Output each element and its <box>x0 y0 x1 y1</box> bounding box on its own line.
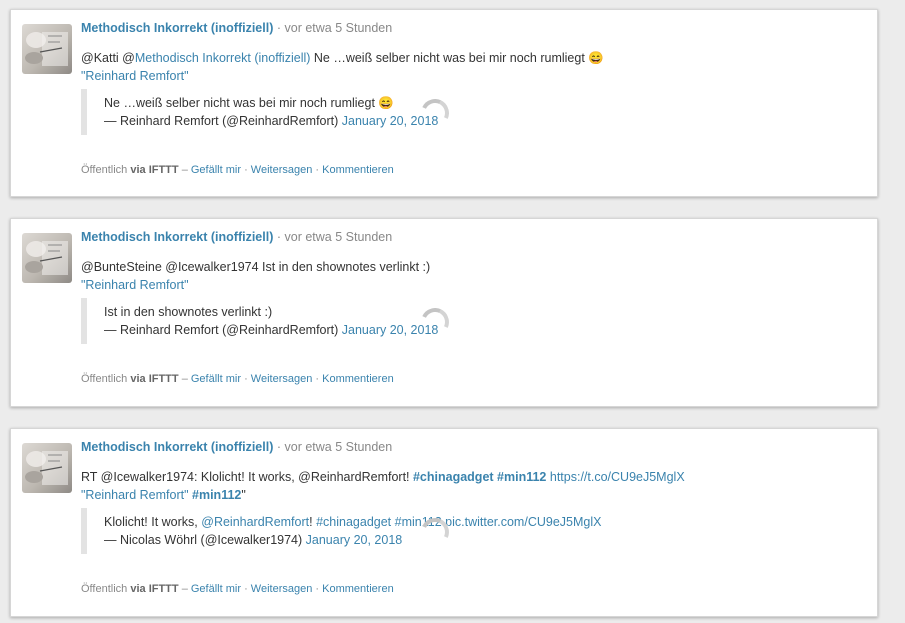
comment-link[interactable]: Kommentieren <box>322 164 394 176</box>
author-link[interactable]: Methodisch Inkorrekt (inoffiziell) <box>81 440 273 454</box>
share-link[interactable]: Weitersagen <box>251 164 313 176</box>
timestamp[interactable]: · vor etwa 5 Stunden <box>277 21 392 35</box>
via-label: via IFTTT <box>130 164 179 176</box>
separator: · <box>244 373 248 385</box>
post-header: Methodisch Inkorrekt (inoffiziell) · vor… <box>81 440 392 454</box>
separator: · <box>244 164 248 176</box>
visibility-label: Öffentlich <box>81 583 128 595</box>
comment-link[interactable]: Kommentieren <box>322 583 394 595</box>
body-line: @BunteSteine @Icewalker1974 Ist in den s… <box>81 258 857 276</box>
author-link[interactable]: Methodisch Inkorrekt (inoffiziell) <box>81 21 273 35</box>
like-link[interactable]: Gefällt mir <box>191 373 241 385</box>
quote-attribution: — Reinhard Remfort (@ReinhardRemfort) Ja… <box>104 321 581 339</box>
inline-link[interactable]: https://t.co/CU9eJ5MglX <box>550 470 685 484</box>
separator: · <box>315 164 320 176</box>
inline-link[interactable]: January 20, 2018 <box>306 533 403 547</box>
inline-link[interactable]: "Reinhard Remfort" <box>81 69 189 83</box>
post-footer: Öffentlich via IFTTT – Gefällt mir · Wei… <box>81 583 394 595</box>
hashtag-link[interactable]: #min112 <box>192 488 241 502</box>
separator: · <box>244 583 248 595</box>
body-line: "Reinhard Remfort" <box>81 276 857 294</box>
post-body: @BunteSteine @Icewalker1974 Ist in den s… <box>81 258 857 294</box>
via-label: via IFTTT <box>130 583 179 595</box>
body-line: "Reinhard Remfort" #min112" <box>81 486 857 504</box>
text-run: @BunteSteine @Icewalker1974 Ist in den s… <box>81 260 431 274</box>
quote-attribution: — Nicolas Wöhrl (@Icewalker1974) January… <box>104 531 581 549</box>
via-label: via IFTTT <box>130 373 179 385</box>
post-card: Methodisch Inkorrekt (inoffiziell) · vor… <box>10 9 878 197</box>
text-run: — Nicolas Wöhrl (@Icewalker1974) <box>104 533 306 547</box>
separator: · <box>315 373 320 385</box>
post-header: Methodisch Inkorrekt (inoffiziell) · vor… <box>81 21 392 35</box>
hashtag-link[interactable]: #chinagadget <box>413 470 494 484</box>
visibility-label: Öffentlich <box>81 164 128 176</box>
avatar[interactable] <box>22 233 72 283</box>
separator: · <box>315 583 320 595</box>
timestamp[interactable]: · vor etwa 5 Stunden <box>277 440 392 454</box>
post-card: Methodisch Inkorrekt (inoffiziell) · vor… <box>10 428 878 617</box>
post-footer: Öffentlich via IFTTT – Gefällt mir · Wei… <box>81 373 394 385</box>
embedded-tweet: Ne …weiß selber nicht was bei mir noch r… <box>81 89 581 135</box>
inline-link[interactable]: Methodisch Inkorrekt (inoffiziell) <box>135 51 311 65</box>
timestamp[interactable]: · vor etwa 5 Stunden <box>277 230 392 244</box>
embedded-tweet: Klolicht! It works, @ReinhardRemfort! #c… <box>81 508 601 554</box>
comment-link[interactable]: Kommentieren <box>322 373 394 385</box>
quote-text: Ist in den shownotes verlinkt :) <box>104 298 581 321</box>
text-run: — Reinhard Remfort (@ReinhardRemfort) <box>104 323 342 337</box>
text-run: @Katti @ <box>81 51 135 65</box>
text-run: " <box>241 488 246 502</box>
quote-text: Ne …weiß selber nicht was bei mir noch r… <box>104 89 581 112</box>
inline-link[interactable]: #chinagadget <box>316 515 391 529</box>
text-run: Ne …weiß selber nicht was bei mir noch r… <box>310 51 604 65</box>
text-run: — Reinhard Remfort (@ReinhardRemfort) <box>104 114 342 128</box>
author-link[interactable]: Methodisch Inkorrekt (inoffiziell) <box>81 230 273 244</box>
text-run: Ne …weiß selber nicht was bei mir noch r… <box>104 96 394 110</box>
post-body: RT @Icewalker1974: Klolicht! It works, @… <box>81 468 857 504</box>
post-body: @Katti @Methodisch Inkorrekt (inoffiziel… <box>81 49 857 85</box>
share-link[interactable]: Weitersagen <box>251 583 313 595</box>
inline-link[interactable]: "Reinhard Remfort" <box>81 278 189 292</box>
avatar[interactable] <box>22 24 72 74</box>
body-line: "Reinhard Remfort" <box>81 67 857 85</box>
body-line: @Katti @Methodisch Inkorrekt (inoffiziel… <box>81 49 857 67</box>
like-link[interactable]: Gefällt mir <box>191 164 241 176</box>
share-link[interactable]: Weitersagen <box>251 373 313 385</box>
hashtag-link[interactable]: #min112 <box>497 470 546 484</box>
separator: – <box>181 373 188 385</box>
visibility-label: Öffentlich <box>81 373 128 385</box>
quote-text: Klolicht! It works, @ReinhardRemfort! #c… <box>104 508 601 531</box>
inline-link[interactable]: "Reinhard Remfort" <box>81 488 189 502</box>
inline-link[interactable]: @ReinhardRemfort <box>201 515 309 529</box>
quote-attribution: — Reinhard Remfort (@ReinhardRemfort) Ja… <box>104 112 581 130</box>
inline-link[interactable]: pic.twitter.com/CU9eJ5MglX <box>445 515 601 529</box>
separator: – <box>181 164 188 176</box>
text-run: RT @Icewalker1974: Klolicht! It works, @… <box>81 470 413 484</box>
separator: – <box>181 583 188 595</box>
post-footer: Öffentlich via IFTTT – Gefällt mir · Wei… <box>81 164 394 176</box>
like-link[interactable]: Gefällt mir <box>191 583 241 595</box>
text-run: Klolicht! It works, <box>104 515 202 529</box>
avatar[interactable] <box>22 443 72 493</box>
post-card: Methodisch Inkorrekt (inoffiziell) · vor… <box>10 218 878 407</box>
body-line: RT @Icewalker1974: Klolicht! It works, @… <box>81 468 857 486</box>
text-run: Ist in den shownotes verlinkt :) <box>104 305 273 319</box>
embedded-tweet: Ist in den shownotes verlinkt :) — Reinh… <box>81 298 581 344</box>
post-header: Methodisch Inkorrekt (inoffiziell) · vor… <box>81 230 392 244</box>
